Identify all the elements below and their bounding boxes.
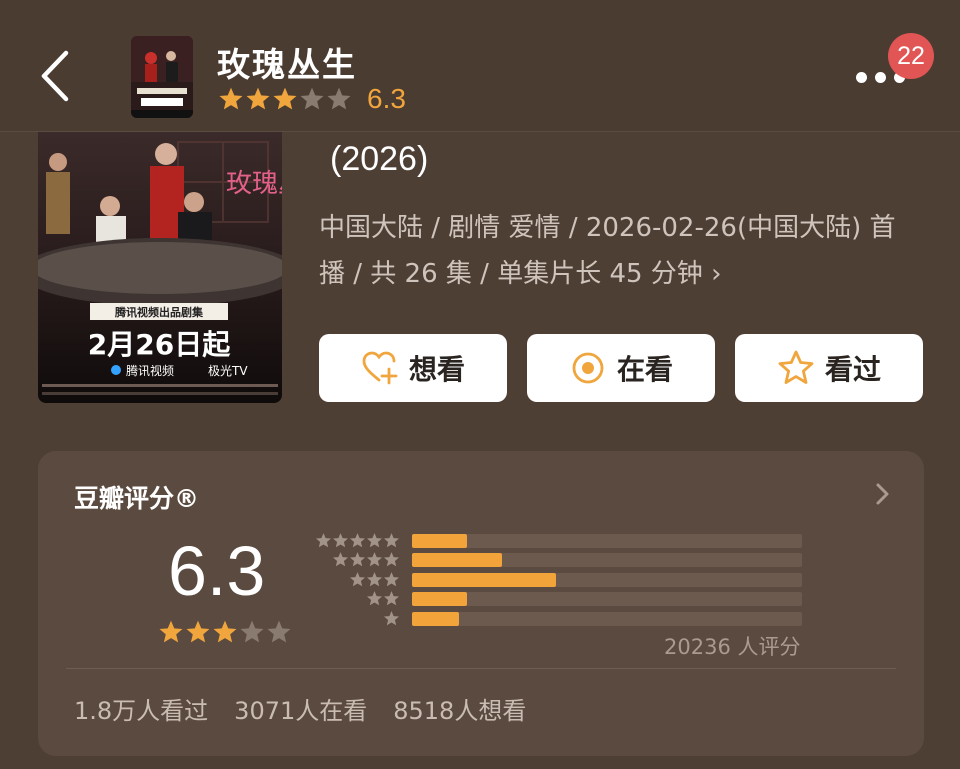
star-small-icon — [383, 610, 400, 625]
poster-channel: 极光TV — [208, 364, 248, 378]
stat-watched[interactable]: 1.8万人看过 — [74, 691, 208, 726]
poster-date-text: 2月26日起 — [88, 328, 231, 361]
more-dot — [875, 71, 886, 83]
watched-label: 看过 — [824, 353, 881, 386]
star-filled-icon — [213, 620, 237, 643]
release-year: (2026) — [330, 140, 429, 178]
poster-thumbnail[interactable] — [131, 36, 193, 118]
star-small-icon — [366, 552, 383, 567]
page-title: 玫瑰丛生 — [217, 45, 357, 84]
header-score: 6.3 — [367, 83, 406, 114]
distribution-bar — [412, 611, 459, 626]
stat-watching[interactable]: 3071人在看 — [234, 691, 367, 726]
star-filled-icon — [273, 87, 297, 110]
more-dot — [856, 71, 867, 83]
star-empty-icon — [267, 620, 291, 643]
douban-rating-card[interactable]: 豆瓣评分® 6.3 20236 人评分 1.8万人看过 3071人在看 8518… — [38, 451, 924, 756]
poster-platform: 腾讯视频 — [126, 363, 174, 378]
star-small-icon — [383, 571, 400, 587]
distribution-bar — [412, 534, 467, 548]
distribution-bar-track — [412, 553, 802, 568]
distribution-bar-track — [412, 611, 802, 626]
distribution-star-label — [314, 532, 400, 550]
star-outline-icon — [778, 350, 814, 384]
star-filled-icon — [219, 87, 243, 110]
star-small-icon — [332, 552, 349, 567]
star-empty-icon — [300, 87, 324, 110]
star-filled-icon — [159, 620, 183, 643]
rating-star-row — [158, 619, 293, 645]
notification-badge: 22 — [888, 33, 934, 79]
star-small-icon — [383, 591, 400, 606]
poster-art: 玫瑰丛生 腾讯视频出品剧集 2月26日起 腾讯视频 极光TV — [38, 132, 282, 403]
watching-button[interactable]: 在看 — [527, 334, 715, 402]
header-rating: 6.3 — [218, 83, 406, 114]
want-to-watch-button[interactable]: 想看 — [319, 334, 507, 402]
watch-stats: 1.8万人看过 3071人在看 8518人想看 — [74, 691, 526, 726]
distribution-bar — [412, 572, 557, 587]
star-small-icon — [315, 533, 332, 548]
star-small-icon — [366, 591, 383, 606]
heart-plus-icon — [362, 351, 398, 385]
back-button[interactable] — [30, 46, 80, 106]
rating-card-title: 豆瓣评分® — [74, 484, 200, 513]
distribution-bar-track — [412, 572, 802, 587]
meta-line-1: 中国大陆 / 剧情 爱情 / 2026-02-26(中国大陆) 首 — [319, 213, 896, 243]
distribution-star-label — [314, 590, 400, 608]
star-small-icon — [349, 533, 366, 548]
meta-line-2: 播 / 共 26 集 / 单集片长 45 分钟 › — [319, 251, 919, 297]
distribution-bar-track — [412, 592, 802, 607]
poster-image[interactable]: 玫瑰丛生 腾讯视频出品剧集 2月26日起 腾讯视频 极光TV — [38, 132, 282, 403]
star-small-icon — [332, 533, 349, 548]
watching-label: 在看 — [616, 353, 673, 386]
rating-count: 20236 人评分 — [664, 635, 801, 659]
star-small-icon — [349, 552, 366, 567]
meta-line-2-text: 播 / 共 26 集 / 单集片长 45 分钟 — [319, 259, 703, 289]
star-filled-icon — [246, 87, 270, 110]
target-icon — [572, 352, 604, 384]
distribution-bar — [412, 553, 502, 568]
want-to-watch-label: 想看 — [408, 353, 465, 386]
star-empty-icon — [327, 87, 351, 110]
chevron-left-icon — [41, 50, 69, 102]
top-bar: 玫瑰丛生 6.3 22 — [0, 0, 960, 132]
star-small-icon — [383, 552, 400, 567]
star-small-icon — [383, 533, 400, 548]
distribution-star-label — [314, 571, 400, 589]
poster-banner-text: 腾讯视频出品剧集 — [115, 305, 204, 319]
stat-want[interactable]: 8518人想看 — [393, 691, 526, 726]
star-small-icon — [349, 571, 366, 587]
header-star-rating — [218, 86, 353, 112]
chevron-right-icon: › — [711, 259, 722, 289]
distribution-star-label — [314, 551, 400, 569]
watched-button[interactable]: 看过 — [735, 334, 923, 402]
distribution-bar — [412, 592, 467, 607]
meta-info[interactable]: 中国大陆 / 剧情 爱情 / 2026-02-26(中国大陆) 首 播 / 共 … — [319, 205, 919, 297]
distribution-star-label — [314, 610, 400, 628]
chevron-right-icon — [876, 483, 889, 505]
rating-score: 6.3 — [168, 532, 266, 610]
divider — [66, 668, 896, 669]
distribution-bar-track — [412, 534, 802, 548]
poster-title-art: 玫瑰丛生 — [226, 169, 282, 199]
star-filled-icon — [186, 620, 210, 643]
star-small-icon — [366, 571, 383, 587]
star-empty-icon — [240, 620, 264, 643]
star-small-icon — [366, 533, 383, 548]
action-buttons: 想看 在看 看过 — [319, 334, 923, 402]
